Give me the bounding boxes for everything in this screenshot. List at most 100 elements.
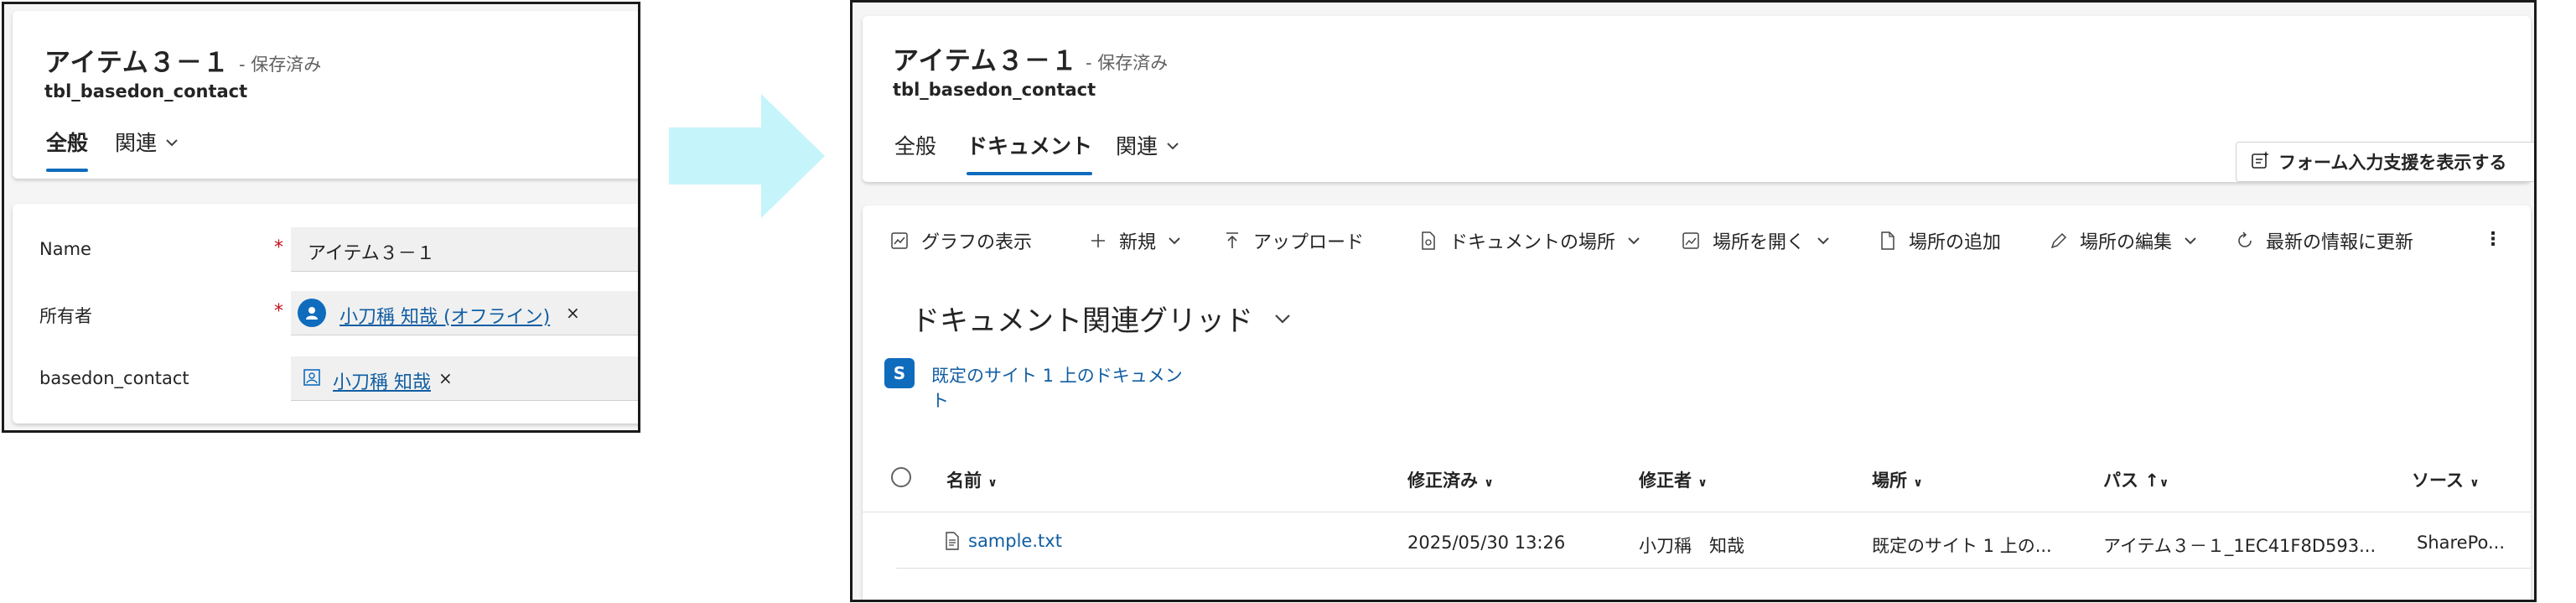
column-header-source[interactable]: ソース ∨ (2412, 467, 2480, 492)
location-cell: 既定のサイト 1 上の... (1872, 536, 2052, 556)
record-title: アイテム３－１ (893, 46, 1078, 76)
entity-name: tbl_basedon_contact (44, 81, 248, 101)
remove-owner-button[interactable]: × (566, 303, 580, 323)
document-location-icon (1422, 231, 1435, 250)
left-form-panel: アイテム３－１ - 保存済み tbl_basedon_contact 全般 関連… (2, 2, 640, 433)
tab-general[interactable]: 全般 (894, 130, 936, 160)
chevron-down-icon (2185, 237, 2196, 245)
owner-label: 所有者 (39, 306, 92, 326)
remove-contact-button[interactable]: × (438, 368, 453, 388)
file-name-cell: sample.txt (945, 531, 1062, 551)
file-name-link[interactable]: sample.txt (968, 531, 1062, 551)
add-location-button[interactable]: 場所の追加 (1879, 227, 2001, 254)
required-marker: * (274, 301, 283, 322)
active-tab-indicator (46, 169, 88, 172)
form-assist-button[interactable]: フォーム入力支援を表示する (2236, 142, 2534, 182)
edit-location-button[interactable]: 場所の編集 (2050, 227, 2197, 254)
left-form-section: Name * アイテム３－１ 所有者 * 小刀稱 知哉 (オフライン) × ba… (13, 204, 638, 424)
tab-general[interactable]: 全般 (46, 127, 88, 157)
refresh-icon (2238, 231, 2252, 247)
basedon-contact-field[interactable]: 小刀稱 知哉 × (291, 356, 638, 401)
text-file-icon (946, 532, 959, 550)
edit-location-label: 場所の編集 (2080, 232, 2173, 253)
select-all-checkbox[interactable] (891, 467, 911, 487)
new-label: 新規 (1119, 232, 1157, 253)
add-location-icon (1881, 231, 1894, 250)
grid-view-selector[interactable]: ドキュメント関連グリッド (911, 298, 1292, 339)
chevron-down-icon (1275, 314, 1290, 324)
open-location-icon (1682, 232, 1699, 249)
owner-lookup-link[interactable]: 小刀稱 知哉 (オフライン) (339, 302, 550, 329)
chevron-down-icon (165, 134, 179, 150)
form-assist-label: フォーム入力支援を表示する (2278, 153, 2507, 173)
column-header-name[interactable]: 名前 ∨ (946, 467, 998, 492)
upload-button[interactable]: アップロード (1223, 227, 1364, 254)
column-header-location-label: 場所 (1872, 470, 1907, 491)
document-location-link[interactable]: 既定のサイト 1 上のドキュメン ト (931, 363, 1183, 413)
location-link-line1: 既定のサイト 1 上のドキュメン (931, 366, 1183, 386)
column-header-modified-label: 修正済み (1407, 470, 1478, 491)
column-header-path[interactable]: パス ↑∨ (2103, 467, 2169, 492)
chevron-down-icon: ∨ (1484, 476, 1494, 490)
column-header-name-label: 名前 (946, 470, 982, 491)
document-location-button[interactable]: ドキュメントの場所 (1419, 227, 1640, 254)
column-header-location[interactable]: 場所 ∨ (1872, 467, 1923, 492)
contact-card-icon (303, 368, 321, 390)
tab-documents[interactable]: ドキュメント (967, 130, 1092, 160)
chevron-down-icon (1169, 237, 1180, 245)
form-fill-icon (2250, 150, 2270, 174)
tab-related[interactable]: 関連 (1116, 130, 1179, 160)
open-location-button[interactable]: 場所を開く (1681, 227, 1830, 254)
name-field-value: アイテム３－１ (308, 243, 435, 264)
refresh-label: 最新の情報に更新 (2266, 232, 2414, 253)
column-header-source-label: ソース (2412, 470, 2464, 491)
column-header-path-label: パス (2103, 470, 2138, 491)
arrow-right-icon (669, 94, 825, 218)
avatar (298, 299, 326, 327)
modified-by-cell: 小刀稱 知哉 (1639, 536, 1744, 556)
person-icon (306, 307, 318, 320)
record-title: アイテム３－１ (44, 48, 230, 78)
new-button[interactable]: 新規 (1089, 227, 1181, 254)
plus-icon (1091, 234, 1105, 247)
open-location-label: 場所を開く (1713, 232, 1806, 253)
owner-field[interactable]: 小刀稱 知哉 (オフライン) × (291, 291, 638, 335)
sort-ascending-icon: ↑ (2144, 470, 2159, 491)
right-record-header: アイテム３－１ - 保存済み tbl_basedon_contact 全般 ドキ… (863, 16, 2534, 182)
table-row[interactable]: sample.txt 2025/05/30 13:26 小刀稱 知哉 既定のサイ… (863, 512, 2531, 568)
name-label: Name (39, 239, 91, 259)
chevron-down-icon: ∨ (987, 476, 998, 490)
documents-section: グラフの表示 新規 アップロード ドキュメントの場所 場所を開く 場所の追加 場… (863, 205, 2531, 600)
chevron-down-icon: ∨ (2470, 476, 2480, 490)
tab-related-label: 関連 (115, 131, 158, 155)
column-header-modified-by[interactable]: 修正者 ∨ (1639, 467, 1708, 492)
chevron-down-icon: ∨ (1913, 476, 1923, 490)
saved-status: - 保存済み (239, 55, 322, 75)
command-bar: グラフの表示 新規 アップロード ドキュメントの場所 場所を開く 場所の追加 場… (863, 222, 2531, 264)
saved-status: - 保存済み (1086, 53, 1169, 73)
upload-icon (1226, 232, 1238, 248)
grid-title: ドキュメント関連グリッド (911, 304, 1253, 338)
right-form-panel: アイテム３－１ - 保存済み tbl_basedon_contact 全般 ドキ… (850, 0, 2537, 602)
grid-header: ドキュメント関連グリッド (888, 289, 2522, 343)
modified-cell: 2025/05/30 13:26 (1407, 533, 1566, 553)
tab-related-label: 関連 (1116, 134, 1158, 159)
more-commands-button[interactable]: ⋮ (2484, 229, 2502, 250)
show-chart-button[interactable]: グラフの表示 (889, 227, 1032, 254)
entity-name: tbl_basedon_contact (893, 80, 1096, 100)
column-header-modified[interactable]: 修正済み ∨ (1407, 467, 1494, 492)
edit-icon (2050, 232, 2067, 249)
chevron-down-icon: ∨ (2159, 476, 2169, 490)
tab-related[interactable]: 関連 (115, 127, 179, 157)
path-cell: アイテム３－１_1EC41F8D593... (2103, 536, 2376, 556)
sharepoint-icon: S (884, 358, 915, 388)
chart-icon (891, 232, 908, 249)
basedon-contact-label: basedon_contact (39, 368, 189, 388)
chevron-down-icon (1166, 138, 1179, 153)
contact-lookup-link[interactable]: 小刀稱 知哉 (333, 367, 431, 394)
refresh-button[interactable]: 最新の情報に更新 (2236, 227, 2413, 254)
required-marker: * (274, 237, 283, 258)
name-field[interactable]: アイテム３－１ (291, 227, 638, 272)
show-chart-label: グラフの表示 (921, 232, 1033, 253)
location-link-line2: ト (931, 391, 949, 411)
